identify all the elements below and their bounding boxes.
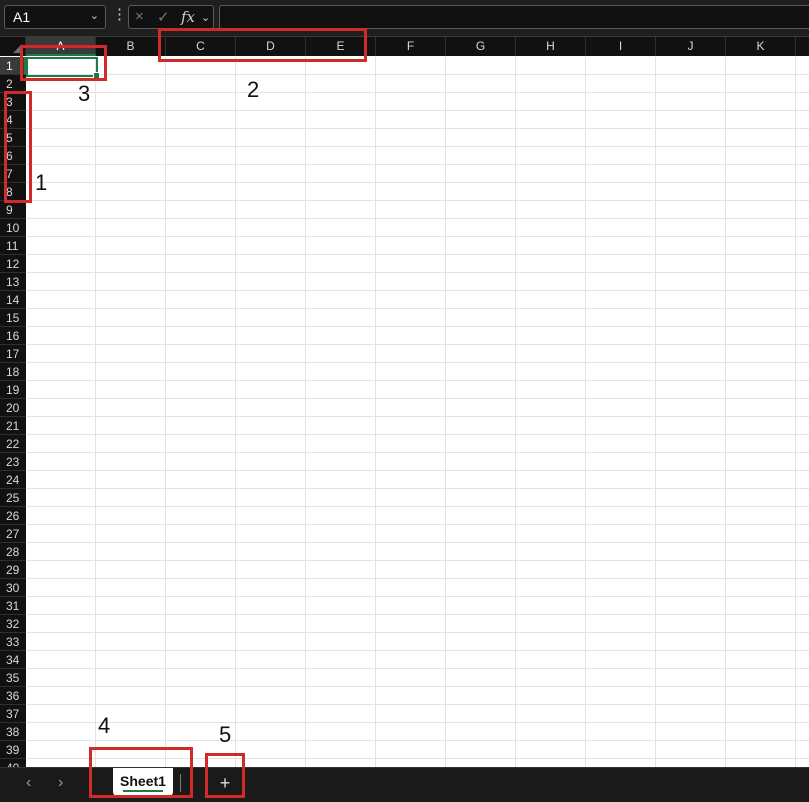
cell-grid[interactable] [26, 57, 809, 767]
annotation-box-1 [4, 91, 32, 203]
name-box-value: A1 [13, 9, 31, 25]
row-header-11[interactable]: 11 [0, 237, 26, 255]
column-header-j[interactable]: J [656, 37, 726, 56]
insert-function-icon[interactable]: fx [181, 8, 195, 26]
row-header-9[interactable]: 9 [0, 201, 26, 219]
row-header-39[interactable]: 39 [0, 741, 26, 759]
row-header-16[interactable]: 16 [0, 327, 26, 345]
row-header-38[interactable]: 38 [0, 723, 26, 741]
more-options-icon[interactable]: ⋮ [112, 7, 127, 23]
row-header-14[interactable]: 14 [0, 291, 26, 309]
annotation-box-5 [205, 753, 245, 798]
name-box[interactable]: A1 ⌄ [4, 5, 106, 29]
annotation-box-4 [89, 747, 193, 798]
row-header-35[interactable]: 35 [0, 669, 26, 687]
column-header-k[interactable]: K [726, 37, 796, 56]
annotation-box-2 [158, 28, 367, 62]
annotation-label-5: 5 [219, 722, 232, 747]
row-header-20[interactable]: 20 [0, 399, 26, 417]
row-header-19[interactable]: 19 [0, 381, 26, 399]
row-header-10[interactable]: 10 [0, 219, 26, 237]
formula-bar: A1 ⌄ ⋮ × ✓ fx ⌄ [0, 0, 809, 37]
column-header-i[interactable]: I [586, 37, 656, 56]
annotation-label-2: 2 [247, 77, 260, 102]
row-header-37[interactable]: 37 [0, 705, 26, 723]
annotation-label-1: 1 [35, 170, 48, 195]
column-header-row: ABCDEFGHIJK [0, 37, 809, 56]
cancel-icon[interactable]: × [135, 8, 144, 25]
row-header-17[interactable]: 17 [0, 345, 26, 363]
row-header-26[interactable]: 26 [0, 507, 26, 525]
row-header-13[interactable]: 13 [0, 273, 26, 291]
column-header-f[interactable]: F [376, 37, 446, 56]
row-header-36[interactable]: 36 [0, 687, 26, 705]
row-header-25[interactable]: 25 [0, 489, 26, 507]
row-header-21[interactable]: 21 [0, 417, 26, 435]
row-header-15[interactable]: 15 [0, 309, 26, 327]
row-header-23[interactable]: 23 [0, 453, 26, 471]
prev-sheet-icon[interactable]: ‹ [26, 774, 31, 792]
row-header-33[interactable]: 33 [0, 633, 26, 651]
row-header-28[interactable]: 28 [0, 543, 26, 561]
row-header-40[interactable]: 40 [0, 759, 26, 767]
row-header-22[interactable]: 22 [0, 435, 26, 453]
column-header-g[interactable]: G [446, 37, 516, 56]
row-header-18[interactable]: 18 [0, 363, 26, 381]
row-header-29[interactable]: 29 [0, 561, 26, 579]
chevron-down-icon[interactable]: ⌄ [90, 9, 99, 22]
row-header-31[interactable]: 31 [0, 597, 26, 615]
row-header-24[interactable]: 24 [0, 471, 26, 489]
row-header-34[interactable]: 34 [0, 651, 26, 669]
annotation-box-3 [20, 45, 107, 81]
formula-input[interactable] [219, 5, 809, 29]
enter-icon[interactable]: ✓ [157, 8, 170, 26]
row-header-32[interactable]: 32 [0, 615, 26, 633]
annotation-label-4: 4 [98, 713, 111, 738]
next-sheet-icon[interactable]: › [58, 774, 63, 792]
column-header-h[interactable]: H [516, 37, 586, 56]
row-header-12[interactable]: 12 [0, 255, 26, 273]
row-header-30[interactable]: 30 [0, 579, 26, 597]
formula-actions: × ✓ fx ⌄ [128, 5, 214, 29]
annotation-label-3: 3 [78, 81, 91, 106]
row-header-27[interactable]: 27 [0, 525, 26, 543]
chevron-down-icon[interactable]: ⌄ [201, 11, 210, 24]
